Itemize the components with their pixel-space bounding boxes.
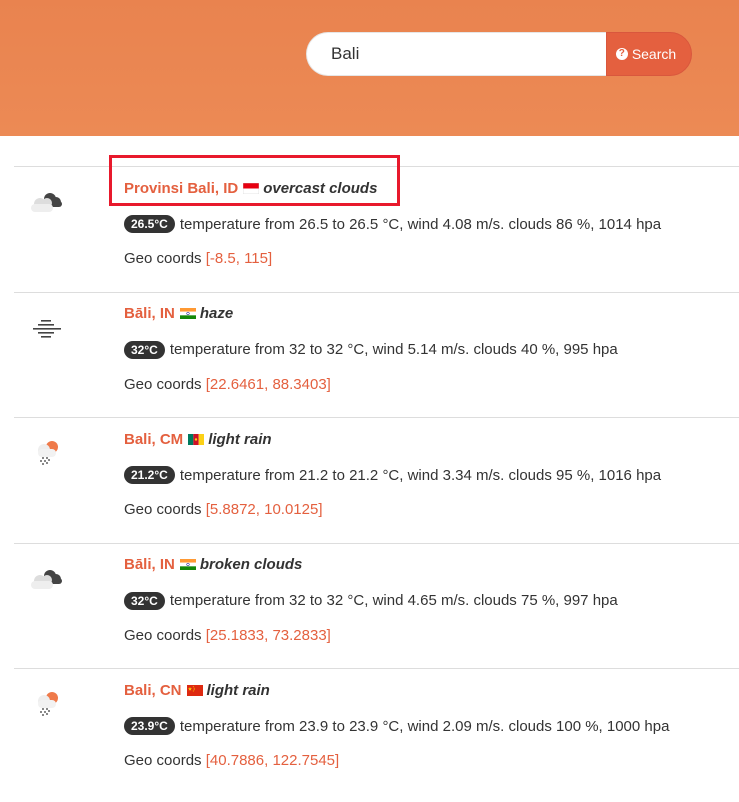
light-rain-icon <box>38 692 58 716</box>
header-banner: ? Search <box>0 0 739 136</box>
search-button[interactable]: ? Search <box>606 32 692 76</box>
flag-id-icon <box>243 182 260 194</box>
weather-description: light rain <box>208 430 272 448</box>
geo-coords-link[interactable]: [25.1833, 73.2833] <box>206 627 331 644</box>
result-body: Provinsi Bali, ID overcast clouds 26.5°C… <box>124 178 739 270</box>
haze-icon <box>33 319 61 338</box>
results-list: Provinsi Bali, ID overcast clouds 26.5°C… <box>14 166 739 794</box>
geo-label: Geo coords <box>124 626 202 644</box>
result-body: Bāli, IN broken clouds 32°C temperature … <box>124 555 739 647</box>
broken-clouds-icon <box>31 569 62 589</box>
flag-cm-icon <box>188 433 205 445</box>
weather-description: light rain <box>206 681 270 699</box>
weather-details: temperature from 26.5 to 26.5 °C, wind 4… <box>179 215 662 233</box>
temperature-badge: 26.5°C <box>124 215 175 233</box>
list-item: Provinsi Bali, ID overcast clouds 26.5°C… <box>14 166 739 292</box>
search-input[interactable] <box>306 32 606 76</box>
overcast-clouds-icon <box>31 193 62 212</box>
list-item: Bāli, IN broken clouds 32°C temperature … <box>14 542 739 669</box>
weather-description: broken clouds <box>199 556 303 573</box>
city-link[interactable]: Bāli, IN <box>124 305 175 322</box>
weather-details: temperature from 23.9 to 23.9 °C, wind 2… <box>179 717 670 735</box>
search-button-label: Search <box>631 46 677 62</box>
temperature-badge: 32°C <box>124 591 165 610</box>
flag-in-icon <box>179 559 196 570</box>
result-body: Bāli, IN haze 32°C temperature from 32 t… <box>124 304 739 396</box>
weather-details: temperature from 32 to 32 °C, wind 5.14 … <box>169 341 618 358</box>
question-circle-icon: ? <box>615 48 628 60</box>
geo-coords-link[interactable]: [5.8872, 10.0125] <box>206 501 323 518</box>
geo-label: Geo coords <box>124 501 202 518</box>
list-item: Bali, CN light rain 23.9°C temperature f… <box>14 668 739 794</box>
geo-label: Geo coords <box>124 752 202 769</box>
temperature-badge: 21.2°C <box>124 466 175 484</box>
list-item: Bali, CM light rain 21.2°C temperature f… <box>14 417 739 543</box>
weather-description: overcast clouds <box>263 179 378 197</box>
weather-details: temperature from 32 to 32 °C, wind 4.65 … <box>169 592 618 609</box>
geo-coords-link[interactable]: [-8.5, 115] <box>206 250 272 267</box>
light-rain-icon <box>38 441 58 465</box>
temperature-badge: 32°C <box>124 340 165 359</box>
weather-description: haze <box>199 305 234 322</box>
geo-label: Geo coords <box>124 250 202 267</box>
weather-details: temperature from 21.2 to 21.2 °C, wind 3… <box>179 466 662 484</box>
city-link[interactable]: Provinsi Bali, ID <box>124 180 238 197</box>
geo-coords-link[interactable]: [22.6461, 88.3403] <box>206 376 331 393</box>
result-body: Bali, CN light rain 23.9°C temperature f… <box>124 680 739 772</box>
city-link[interactable]: Bali, CM <box>124 431 183 448</box>
city-link[interactable]: Bali, CN <box>124 682 182 699</box>
flag-in-icon <box>179 308 196 319</box>
temperature-badge: 23.9°C <box>124 717 175 735</box>
geo-coords-link[interactable]: [40.7886, 122.7545] <box>206 752 339 769</box>
search-form: ? Search <box>306 32 692 76</box>
city-link[interactable]: Bāli, IN <box>124 556 175 573</box>
flag-cn-icon <box>186 684 203 696</box>
list-item: Bāli, IN haze 32°C temperature from 32 t… <box>14 291 739 418</box>
result-body: Bali, CM light rain 21.2°C temperature f… <box>124 429 739 521</box>
geo-label: Geo coords <box>124 375 202 393</box>
